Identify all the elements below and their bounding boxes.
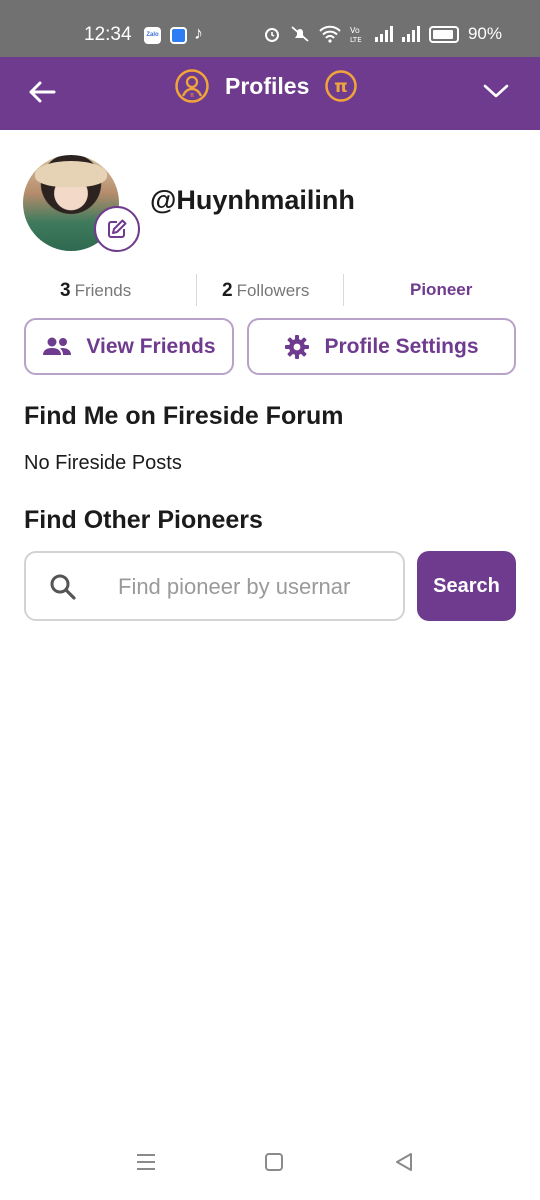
- arrow-left-icon[interactable]: [26, 76, 58, 108]
- friends-label: Friends: [74, 281, 132, 300]
- svg-text:Vo: Vo: [350, 26, 360, 35]
- search-button[interactable]: Search: [417, 551, 516, 621]
- alarm-icon: [264, 28, 279, 42]
- system-nav-bar: [0, 1136, 540, 1200]
- profile-circle-icon: π: [175, 69, 209, 103]
- battery-icon: [428, 25, 459, 43]
- friends-stat[interactable]: 3 Friends: [60, 280, 131, 302]
- followers-stat[interactable]: 2 Followers: [222, 280, 309, 302]
- svg-text:π: π: [190, 92, 194, 99]
- avatar-hat-shape: [35, 161, 107, 187]
- edit-avatar-button[interactable]: [94, 206, 140, 252]
- username: @Huynhmailinh: [150, 185, 355, 215]
- search-icon: [50, 574, 76, 600]
- mute-icon: [291, 26, 309, 42]
- status-icons: Vo LTE 90%: [263, 24, 502, 44]
- menu-icon[interactable]: [134, 1150, 158, 1174]
- search-box[interactable]: [24, 551, 405, 621]
- tiktok-icon: ♪: [194, 23, 203, 43]
- volte-icon: VoLTE: [350, 26, 362, 43]
- chevron-down-icon[interactable]: [482, 77, 510, 105]
- followers-count: 2: [222, 280, 233, 301]
- search-input[interactable]: [116, 565, 390, 609]
- pi-logo-text: π: [335, 77, 348, 97]
- signal-icon: [374, 26, 393, 42]
- signal-icon: [401, 26, 420, 42]
- role-badge: Pioneer: [410, 280, 473, 299]
- profile-settings-label: Profile Settings: [324, 334, 479, 358]
- back-triangle-icon[interactable]: [392, 1150, 416, 1174]
- page-title: Profiles: [225, 72, 310, 99]
- find-pioneers-heading: Find Other Pioneers: [24, 506, 263, 534]
- wifi-icon: [319, 25, 341, 43]
- friends-count: 3: [60, 280, 71, 301]
- zalo-icon: Zalo: [144, 27, 161, 44]
- stats-row: 3 Friends 2 Followers Pioneer: [0, 272, 540, 308]
- svg-text:LTE: LTE: [350, 36, 362, 43]
- battery-percent: 90%: [467, 24, 502, 43]
- profile-settings-button[interactable]: Profile Settings: [247, 318, 516, 375]
- status-bar: 12:34 Zalo ♪ Vo LTE 90%: [0, 0, 540, 57]
- people-icon: [43, 337, 72, 355]
- edit-icon: [108, 219, 127, 238]
- followers-label: Followers: [236, 281, 310, 300]
- fireside-heading: Find Me on Fireside Forum: [24, 402, 344, 430]
- divider: [343, 274, 344, 306]
- blue-app-icon: [170, 27, 187, 44]
- home-icon[interactable]: [262, 1150, 286, 1174]
- view-friends-label: View Friends: [86, 334, 216, 358]
- view-friends-button[interactable]: View Friends: [24, 318, 234, 375]
- pi-coin-icon: π: [325, 70, 358, 102]
- header-title-group: π Profiles π: [175, 69, 358, 103]
- divider: [196, 274, 197, 306]
- fireside-empty-text: No Fireside Posts: [24, 452, 182, 474]
- gear-icon: [285, 334, 310, 359]
- status-time: 12:34: [84, 24, 132, 45]
- app-header: π Profiles π: [0, 57, 540, 130]
